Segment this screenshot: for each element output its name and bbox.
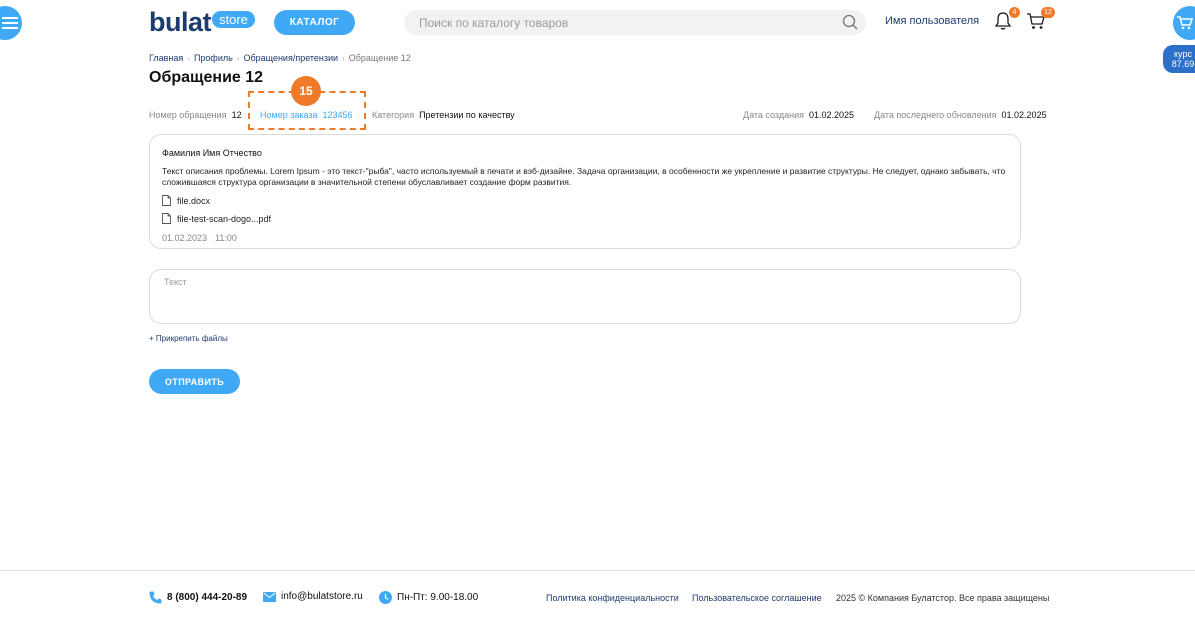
phone-icon xyxy=(149,591,162,604)
file-icon xyxy=(162,195,171,206)
order-number-link[interactable]: 123456 xyxy=(323,110,353,120)
site-header: bulat store КАТАЛОГ Имя пользователя 4 1… xyxy=(0,0,1195,45)
message-date: 01.02.2023 xyxy=(162,233,208,243)
page-title: Обращение 12 xyxy=(149,69,264,86)
message-card: Фамилия Имя Отчество Текст описания проб… xyxy=(149,134,1021,249)
meta-value: 12 xyxy=(231,110,242,120)
logo[interactable]: bulat store xyxy=(149,7,255,37)
meta-order-number[interactable]: Номер заказа 123456 xyxy=(260,110,353,120)
meta-label: Дата создания xyxy=(743,110,804,120)
footer-phone[interactable]: 8 (800) 444-20-89 xyxy=(149,591,247,604)
search-input[interactable] xyxy=(404,10,824,35)
breadcrumb-current: Обращение 12 xyxy=(348,53,411,63)
exchange-rate-badge[interactable]: курс 87.69 xyxy=(1163,45,1195,73)
breadcrumb-separator: › xyxy=(187,53,190,63)
meta-value: 01.02.2025 xyxy=(809,110,855,120)
mail-icon xyxy=(263,591,276,602)
email-address[interactable]: info@bulatstore.ru xyxy=(281,591,363,602)
message-text: Текст описания проблемы. Lorem Ipsum - э… xyxy=(162,166,1006,187)
search-bar xyxy=(404,10,866,35)
breadcrumb-separator: › xyxy=(236,53,240,63)
logo-text: bulat xyxy=(149,7,212,37)
file-name[interactable]: file-test-scan-dogo...pdf xyxy=(177,214,271,224)
send-button[interactable]: ОТПРАВИТЬ xyxy=(149,369,240,394)
privacy-policy-link[interactable]: Политика конфиденциальности xyxy=(546,593,679,603)
username-link[interactable]: Имя пользователя xyxy=(885,15,979,27)
meta-updated-date: Дата последнего обновления 01.02.2025 xyxy=(874,110,1047,120)
meta-value: 01.02.2025 xyxy=(1001,110,1047,120)
reply-textarea[interactable] xyxy=(149,269,1021,324)
phone-number[interactable]: 8 (800) 444-20-89 xyxy=(167,592,247,603)
meta-label: Дата последнего обновления xyxy=(874,110,997,120)
breadcrumb-claims[interactable]: Обращения/претензии xyxy=(243,53,338,63)
breadcrumb: Главная › Профиль › Обращения/претензии … xyxy=(149,53,411,63)
attach-files-link[interactable]: + Прикрепить файлы xyxy=(149,334,228,343)
meta-created-date: Дата создания 01.02.2025 xyxy=(743,110,854,120)
rate-value: 87.69 xyxy=(1171,59,1195,69)
footer-hours: Пн-Пт: 9.00-18.00 xyxy=(379,591,478,604)
footer-email[interactable]: info@bulatstore.ru xyxy=(263,591,363,602)
meta-claim-number: Номер обращения 12 xyxy=(149,110,242,120)
message-time: 11:00 xyxy=(215,233,237,243)
meta-label: Номер обращения xyxy=(149,110,227,120)
site-footer: 8 (800) 444-20-89 info@bulatstore.ru Пн-… xyxy=(0,570,1195,623)
breadcrumb-separator: › xyxy=(342,53,345,63)
breadcrumb-home[interactable]: Главная xyxy=(149,53,183,63)
message-author: Фамилия Имя Отчество xyxy=(162,148,262,158)
meta-label: Номер заказа xyxy=(260,110,318,120)
rate-label: курс xyxy=(1174,49,1192,59)
file-icon xyxy=(162,213,171,224)
copyright: 2025 © Компания Булатстор. Все права защ… xyxy=(836,593,1050,603)
search-icon[interactable] xyxy=(842,14,858,35)
breadcrumb-profile[interactable]: Профиль xyxy=(194,53,233,63)
catalog-button[interactable]: КАТАЛОГ xyxy=(274,10,355,35)
cart-badge: 12 xyxy=(1041,7,1055,18)
attachment-file[interactable]: file-test-scan-dogo...pdf xyxy=(162,213,1008,224)
logo-badge: store xyxy=(212,11,255,28)
meta-category: Категория Претензии по качеству xyxy=(372,110,515,120)
notifications-badge: 4 xyxy=(1009,7,1020,18)
user-agreement-link[interactable]: Пользовательское соглашение xyxy=(692,593,822,603)
meta-label: Категория xyxy=(372,110,415,120)
step-marker: 15 xyxy=(291,76,321,106)
clock-icon xyxy=(379,591,392,604)
meta-value: Претензии по качеству xyxy=(419,110,515,120)
attachment-file[interactable]: file.docx xyxy=(162,195,1008,206)
message-timestamp: 01.02.2023 11:00 xyxy=(162,233,1008,243)
working-hours: Пн-Пт: 9.00-18.00 xyxy=(397,592,479,603)
file-name[interactable]: file.docx xyxy=(177,196,210,206)
